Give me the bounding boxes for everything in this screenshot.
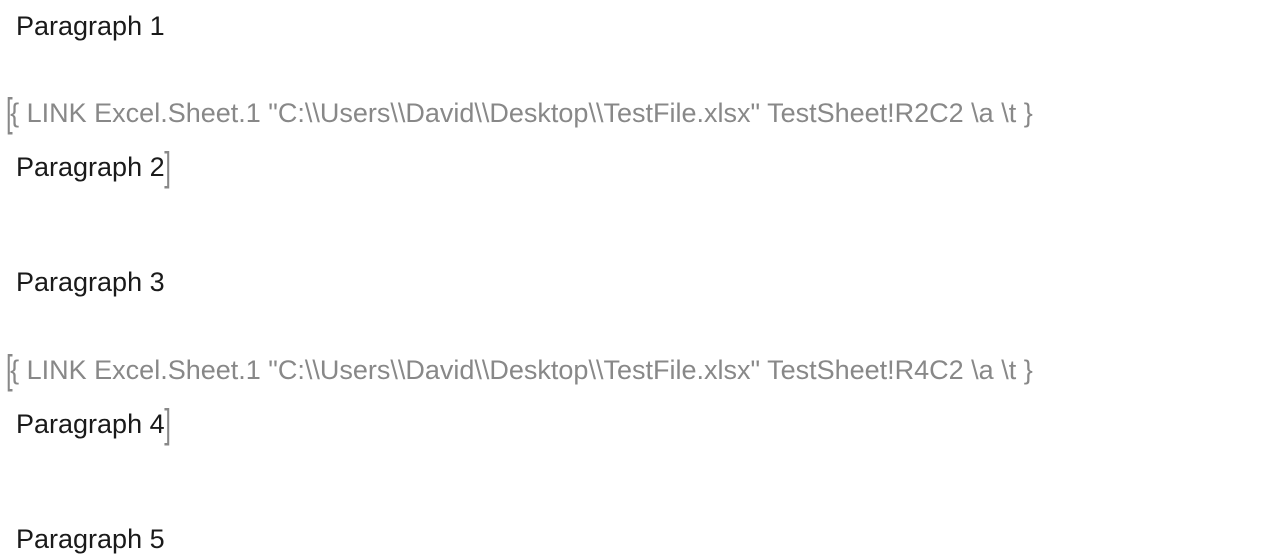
paragraph-5[interactable]: Paragraph 5: [0, 521, 1272, 557]
field-code-line-2[interactable]: [{ LINK Excel.Sheet.1 "C:\\Users\\David\…: [0, 339, 1272, 393]
field-code-2-text: { LINK Excel.Sheet.1 "C:\\Users\\David\\…: [10, 355, 1033, 385]
paragraph-2-text: Paragraph 2: [16, 152, 165, 182]
paragraph-4[interactable]: Paragraph 4 ]: [0, 393, 1272, 447]
paragraph-1-text: Paragraph 1: [16, 11, 165, 41]
paragraph-3-text: Paragraph 3: [16, 267, 165, 297]
paragraph-5-text: Paragraph 5: [16, 524, 165, 554]
field-code-line-1[interactable]: [{ LINK Excel.Sheet.1 "C:\\Users\\David\…: [0, 82, 1272, 136]
field-code-1-text: { LINK Excel.Sheet.1 "C:\\Users\\David\\…: [10, 98, 1033, 128]
paragraph-2[interactable]: Paragraph 2 ]: [0, 136, 1272, 190]
paragraph-3[interactable]: Paragraph 3: [0, 264, 1272, 300]
paragraph-1[interactable]: Paragraph 1: [0, 8, 1272, 44]
field-open-bracket-icon: [: [6, 86, 9, 140]
paragraph-4-text: Paragraph 4: [16, 409, 165, 439]
field-close-bracket-icon: ]: [164, 397, 171, 451]
field-close-bracket-icon: ]: [164, 140, 171, 194]
field-open-bracket-icon: [: [6, 343, 9, 397]
